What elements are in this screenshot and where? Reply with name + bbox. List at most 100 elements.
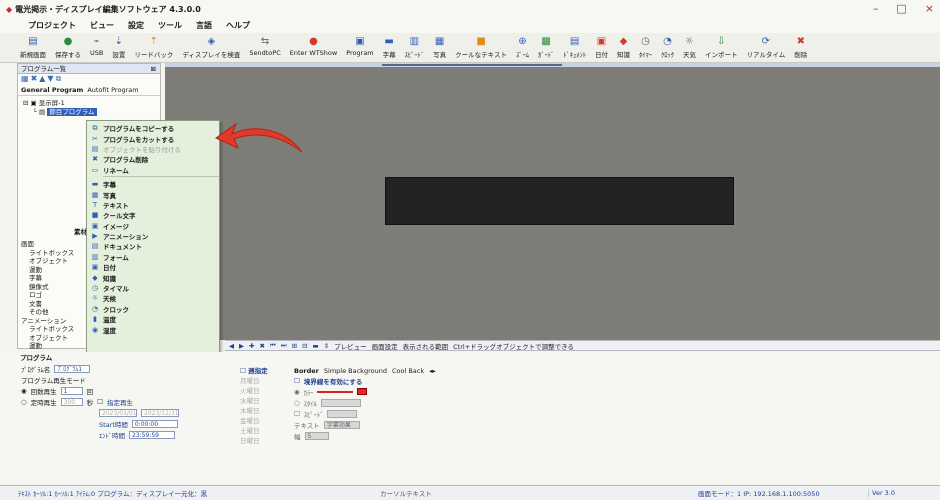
toolbar-button[interactable]: ⇣ 設置 (112, 35, 125, 59)
minimize-button[interactable]: – (873, 2, 879, 15)
loop-count-input[interactable]: 1 (60, 386, 83, 395)
border-speed-select[interactable] (327, 409, 358, 418)
menu-project[interactable]: プロジェクト (28, 20, 76, 31)
context-menu-item[interactable]: ◆ 知識 (87, 272, 219, 283)
toolbar-button[interactable]: ■ クールなテキスト (455, 35, 507, 59)
border-text-input[interactable]: 字幕効果 (323, 420, 360, 429)
screen-settings-button[interactable]: 画面設定 (372, 341, 398, 351)
end-time-input[interactable]: 23:59:59 (129, 430, 175, 439)
fixed-time-radio[interactable]: ○ (21, 398, 27, 406)
context-menu-item[interactable]: ▮ 温度 (87, 314, 219, 324)
toolbar-button[interactable]: ▩ ｶﾞｰﾄﾞ (538, 35, 554, 59)
toolbar-button[interactable]: ⌁ USB (90, 35, 103, 57)
tree-node-display[interactable]: ⊟ ▣ 显示屏-1 (23, 99, 155, 108)
context-menu-item[interactable]: ◔ クロック (87, 304, 219, 314)
toolbar-button[interactable]: ● Enter WTShow (290, 35, 337, 57)
material-tree-item[interactable]: オブジェクト (21, 334, 83, 343)
date-start-input[interactable]: 2023/01/01 (99, 408, 137, 417)
last-icon[interactable]: ⏭ (281, 341, 287, 350)
day-sunday[interactable]: 日曜日 (240, 436, 288, 446)
menu-view[interactable]: ビュー (90, 20, 114, 31)
border-style-radio[interactable]: ○ (294, 399, 300, 407)
toolbar-button[interactable]: ⟳ リアルタイム (746, 35, 785, 59)
context-menu-item[interactable]: ⧉ プログラムをコピーする (87, 123, 219, 134)
border-speed-checkbox[interactable]: ☐ (294, 410, 300, 418)
material-tree-item[interactable]: ライトボックス (21, 325, 83, 334)
material-tree-item[interactable]: 文書 (21, 300, 83, 309)
grid-icon[interactable]: ⊞ (292, 342, 297, 350)
remove-icon[interactable]: ✖ (259, 342, 264, 350)
toolbar-button[interactable]: ▥ ｽﾋﾟｰﾄﾞ (405, 35, 425, 59)
tab-cool-back[interactable]: Cool Back (392, 367, 424, 375)
day-wednesday[interactable]: 水曜日 (240, 396, 288, 406)
context-menu-item[interactable]: ▬ 字幕 (87, 179, 219, 189)
fixed-time-input[interactable]: 300 (60, 397, 83, 406)
tab-scroll-icon[interactable]: ◂▸ (429, 367, 436, 375)
material-tree-item[interactable]: その他 (21, 308, 83, 317)
day-monday[interactable]: 月曜日 (240, 376, 288, 386)
border-line-preview[interactable] (317, 390, 354, 393)
start-time-input[interactable]: 0:00:00 (131, 419, 178, 428)
day-saturday[interactable]: 土曜日 (240, 426, 288, 436)
menu-help[interactable]: ヘルプ (226, 20, 250, 31)
collapse-icon[interactable]: ⊟ (302, 342, 307, 350)
border-width-input[interactable]: 5 (304, 431, 329, 440)
schedule-checkbox[interactable]: ☐ (97, 398, 103, 406)
tab-autofit-program[interactable]: Autofit Program (87, 86, 138, 94)
show-frame-toggle[interactable]: 表示される範囲 (403, 341, 449, 351)
context-menu-item[interactable]: ✖ プログラム削除 (87, 154, 219, 164)
day-friday[interactable]: 金曜日 (240, 416, 288, 426)
material-tree-item[interactable]: ロゴ (21, 291, 83, 300)
toolbar-button[interactable]: ▦ 写真 (433, 35, 446, 59)
context-menu-item[interactable]: ▦ 写真 (87, 189, 219, 200)
toolbar-button[interactable]: ✖ 削除 (794, 35, 807, 59)
toolbar-button[interactable]: ◈ ディスプレイを検査 (182, 35, 240, 59)
context-menu-item[interactable]: ☼ 天候 (87, 293, 219, 303)
material-tree-item[interactable]: アニメーション (21, 317, 83, 326)
preview-button[interactable]: プレビュー (334, 341, 367, 351)
border-color-radio[interactable]: ◉ (294, 388, 300, 396)
loop-radio[interactable]: ◉ (21, 387, 27, 395)
toolbar-button[interactable]: ⇩ インポート (705, 35, 738, 59)
toolbar-button[interactable]: ● 保存する (55, 35, 81, 59)
led-display-area[interactable] (385, 177, 734, 225)
material-tree-item[interactable]: ライトボックス (21, 249, 83, 258)
context-menu-item[interactable]: ▣ 日付 (87, 262, 219, 272)
context-menu-item[interactable]: ▣ イメージ (87, 221, 219, 231)
toolbar-button[interactable]: ⇡ リードバック (134, 35, 173, 59)
menu-settings[interactable]: 設定 (128, 20, 144, 31)
toolbar-button[interactable]: ☼ 天気 (683, 35, 696, 59)
add-icon[interactable]: ✚ (249, 342, 254, 350)
context-menu-item[interactable]: ■ クール文字 (87, 210, 219, 220)
toolbar-button[interactable]: ⊕ ｽﾞｰﾑ (516, 35, 529, 59)
context-menu-item[interactable]: ◉ 湿度 (87, 324, 219, 335)
material-tree-item[interactable]: 運動 (21, 266, 83, 275)
resize-icon[interactable]: ⇕ (324, 342, 329, 350)
toolbar-button[interactable]: ▣ Program (346, 35, 373, 57)
context-menu-item[interactable]: ▭ リネーム (87, 165, 219, 175)
day-tuesday[interactable]: 火曜日 (240, 386, 288, 396)
tree-node-program[interactable]: └ ▤ 節目プログラム (23, 108, 155, 117)
prev-icon[interactable]: ◀ (229, 342, 234, 350)
toolbar-button[interactable]: ▤ 新規画面 (20, 35, 46, 59)
program-name-input[interactable]: ﾌﾟﾛｸﾞﾗﾑ1 (54, 364, 91, 373)
date-end-input[interactable]: 2023/12/31 (141, 408, 179, 417)
border-color-swatch[interactable] (357, 388, 368, 395)
maximize-button[interactable]: □ (896, 2, 906, 15)
toolbar-button[interactable]: ⇆ SendtoPC (249, 35, 280, 57)
toolbar-button[interactable]: ▬ 字幕 (383, 35, 396, 59)
toolbar-button[interactable]: ◆ 知識 (617, 35, 630, 59)
close-button[interactable]: × (925, 2, 934, 15)
bar-icon[interactable]: ▬ (313, 342, 319, 350)
weekday-checkbox[interactable]: ☐ 週指定 (240, 366, 288, 376)
menu-language[interactable]: 言語 (196, 20, 212, 31)
material-tree-item[interactable]: 字幕 (21, 274, 83, 283)
context-menu-item[interactable]: T テキスト (87, 200, 219, 210)
copy-program-icon[interactable]: ⧉ (56, 74, 64, 83)
toolbar-button[interactable]: ▤ ﾄﾞｷｭﾒﾝﾄ (563, 35, 586, 59)
border-style-select[interactable] (320, 398, 361, 407)
tab-border[interactable]: Border (294, 367, 319, 375)
material-tree-item[interactable]: 鏡像式 (21, 283, 83, 292)
day-thursday[interactable]: 木曜日 (240, 406, 288, 416)
material-tree-item[interactable]: オブジェクト (21, 257, 83, 266)
